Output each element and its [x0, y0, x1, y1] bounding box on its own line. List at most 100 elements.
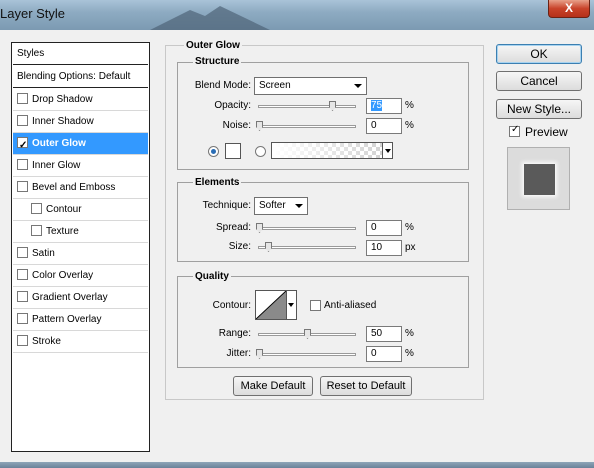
style-item-color-overlay[interactable]: Color Overlay — [13, 265, 148, 287]
checkmark-icon: ✓ — [511, 124, 520, 135]
style-item-pattern-overlay[interactable]: Pattern Overlay — [13, 309, 148, 331]
checkmark-icon: ✓ — [19, 140, 28, 151]
style-checkbox[interactable] — [17, 269, 28, 280]
anti-aliased-checkbox[interactable] — [310, 300, 321, 311]
style-item-label: Drop Shadow — [32, 94, 93, 105]
opacity-value: 75 — [371, 100, 383, 111]
range-field[interactable]: 50 — [366, 326, 402, 342]
mountain-decoration — [150, 6, 270, 30]
opacity-slider[interactable] — [258, 101, 356, 111]
noise-unit: % — [405, 120, 414, 131]
size-slider[interactable] — [258, 242, 356, 252]
chevron-down-icon — [354, 84, 362, 88]
technique-dropdown[interactable]: Softer — [254, 197, 308, 215]
styles-panel: Styles Blending Options: Default Drop Sh… — [11, 42, 150, 452]
style-checkbox[interactable] — [17, 93, 28, 104]
noise-label: Noise: — [222, 120, 251, 131]
style-checkbox[interactable] — [17, 291, 28, 302]
style-item-gradient-overlay[interactable]: Gradient Overlay — [13, 287, 148, 309]
contour-picker[interactable] — [255, 290, 287, 320]
style-item-satin[interactable]: Satin — [13, 243, 148, 265]
outer-glow-title: Outer Glow — [184, 40, 242, 51]
style-item-label: Inner Shadow — [32, 116, 94, 127]
style-item-texture[interactable]: Texture — [13, 221, 148, 243]
style-checkbox[interactable] — [31, 203, 42, 214]
preview-checkbox[interactable]: ✓ — [509, 124, 520, 137]
spread-field[interactable]: 0 — [366, 220, 402, 236]
style-checkbox[interactable]: ✓ — [17, 137, 28, 151]
style-checkbox[interactable] — [17, 115, 28, 126]
spread-slider[interactable] — [256, 223, 356, 233]
style-checkbox[interactable] — [31, 225, 42, 236]
style-item-stroke[interactable]: Stroke — [13, 331, 148, 353]
noise-field[interactable]: 0 — [366, 118, 402, 134]
noise-slider[interactable] — [256, 121, 356, 131]
blend-mode-label: Blend Mode: — [194, 80, 251, 91]
jitter-label: Jitter: — [226, 348, 251, 359]
blend-mode-dropdown[interactable]: Screen — [254, 77, 367, 95]
jitter-unit: % — [405, 348, 414, 359]
blending-options[interactable]: Blending Options: Default — [13, 66, 148, 88]
size-field[interactable]: 10 — [366, 240, 402, 256]
range-slider[interactable] — [258, 329, 356, 339]
title-bar: Layer Style X — [0, 0, 594, 30]
blend-mode-value: Screen — [259, 80, 291, 91]
style-item-inner-glow[interactable]: Inner Glow — [13, 155, 148, 177]
spread-label: Spread: — [215, 222, 251, 233]
size-unit: px — [405, 242, 416, 253]
cancel-button[interactable]: Cancel — [496, 71, 582, 91]
style-item-drop-shadow[interactable]: Drop Shadow — [13, 89, 148, 111]
style-item-bevel-and-emboss[interactable]: Bevel and Emboss — [13, 177, 148, 199]
style-item-label: Stroke — [32, 336, 61, 347]
style-checkbox[interactable] — [17, 247, 28, 258]
gradient-radio[interactable] — [255, 146, 266, 157]
opacity-field[interactable]: 75 — [366, 98, 402, 114]
spread-unit: % — [405, 222, 414, 233]
style-preview — [507, 147, 570, 210]
make-default-button[interactable]: Make Default — [233, 376, 313, 396]
new-style-button[interactable]: New Style... — [496, 99, 582, 119]
opacity-label: Opacity: — [214, 100, 251, 111]
style-item-label: Contour — [46, 204, 82, 215]
style-checkbox[interactable] — [17, 181, 28, 192]
style-checkbox[interactable] — [17, 159, 28, 170]
style-item-label: Satin — [32, 248, 55, 259]
ok-button[interactable]: OK — [496, 44, 582, 64]
jitter-field[interactable]: 0 — [366, 346, 402, 362]
opacity-unit: % — [405, 100, 414, 111]
solid-color-radio[interactable] — [208, 146, 219, 157]
glow-color-swatch[interactable] — [225, 143, 241, 159]
style-item-contour[interactable]: Contour — [13, 199, 148, 221]
technique-value: Softer — [259, 200, 286, 211]
style-checkbox[interactable] — [17, 335, 28, 346]
quality-title: Quality — [193, 271, 231, 282]
range-label: Range: — [218, 328, 251, 339]
gradient-picker[interactable] — [271, 142, 393, 159]
close-button[interactable]: X — [548, 0, 590, 18]
preview-square — [524, 164, 555, 195]
jitter-slider[interactable] — [256, 349, 356, 359]
range-unit: % — [405, 328, 414, 339]
window-frame-bottom — [0, 462, 594, 468]
style-item-outer-glow[interactable]: ✓ Outer Glow — [13, 133, 148, 155]
chevron-down-icon — [295, 204, 303, 208]
style-item-label: Gradient Overlay — [32, 292, 108, 303]
anti-aliased-label: Anti-aliased — [324, 300, 377, 311]
contour-curve-icon — [255, 290, 287, 320]
styles-header[interactable]: Styles — [13, 43, 148, 65]
contour-label: Contour: — [212, 300, 251, 311]
style-item-label: Pattern Overlay — [32, 314, 102, 325]
style-item-label: Inner Glow — [32, 160, 81, 171]
reset-to-default-button[interactable]: Reset to Default — [320, 376, 412, 396]
style-item-label: Outer Glow — [32, 138, 86, 149]
contour-dropdown-arrow[interactable] — [287, 290, 297, 320]
style-item-label: Color Overlay — [32, 270, 94, 281]
window-title: Layer Style — [0, 6, 66, 21]
style-item-label: Bevel and Emboss — [32, 182, 116, 193]
technique-label: Technique: — [202, 200, 251, 211]
style-item-inner-shadow[interactable]: Inner Shadow — [13, 111, 148, 133]
gradient-dropdown-arrow[interactable] — [382, 142, 393, 159]
elements-title: Elements — [193, 177, 242, 188]
structure-title: Structure — [193, 56, 242, 67]
style-checkbox[interactable] — [17, 313, 28, 324]
